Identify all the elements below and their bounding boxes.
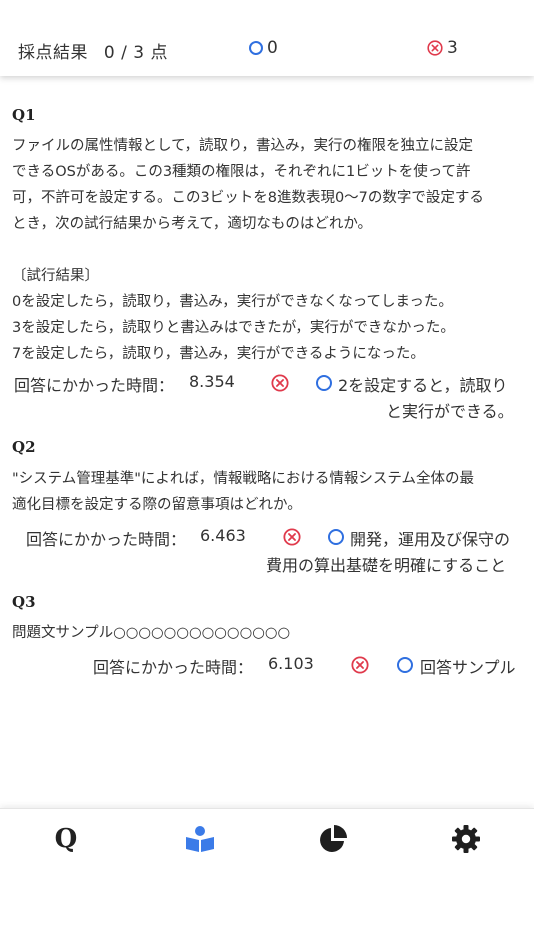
tab-questions[interactable]: Q [46,819,86,859]
question-text-line: 3を設定したら，読取りと書込みはできたが，実行ができなかった。 [12,320,455,336]
answer-row[interactable]: 回答にかかった時間： 8.354 2を設定すると，読取り と実行ができる。 [0,372,534,424]
answer-line: と実行ができる。 [386,402,514,421]
question-text: "システム管理基準"によれば，情報戦略における情報システム全体の最 適化目標を設… [12,466,522,518]
question-label: Q1 [12,106,36,124]
time-value: 6.463 [200,526,246,545]
question-text: 問題文サンプル○○○○○○○○○○○○○○ [12,620,522,646]
time-value: 6.103 [268,654,314,673]
question-text: ファイルの属性情報として，読取り，書込み，実行の権限を独立に設定 できるOSがあ… [12,133,522,367]
wrong-x-icon [351,656,369,674]
tab-bar: Q [0,808,534,951]
question-text-line: とき，次の試行結果から考えて，適切なものはどれか。 [12,216,373,232]
q-logo-icon: Q [54,824,78,854]
question-text-line: "システム管理基準"によれば，情報戦略における情報システム全体の最 [12,471,474,487]
answer-line: 開発，運用及び保守の [350,530,511,549]
tab-study[interactable] [180,819,220,859]
question-text-line: ファイルの属性情報として，読取り，書込み，実行の権限を独立に設定 [12,138,473,154]
results-list[interactable]: Q1 ファイルの属性情報として，読取り，書込み，実行の権限を独立に設定 できるO… [0,76,534,808]
question-text-line: 適化目標を設定する際の留意事項はどれか。 [12,497,302,513]
question-text-line: 可，不許可を設定する。この3ビットを8進数表現0〜7の数字で設定する [12,190,484,206]
question-label: Q3 [12,593,36,611]
answer-line: 回答サンプル [420,658,516,677]
wrong-x-icon [283,528,301,546]
time-value: 8.354 [189,372,235,391]
time-label: 回答にかかった時間： [93,658,254,677]
answer-circle-icon [397,657,413,673]
correct-count: 0 [267,38,278,58]
question-text-line: 〔試行結果〕 [12,268,99,284]
answer-row[interactable]: 回答にかかった時間： 6.103 回答サンプル [0,654,534,680]
time-label: 回答にかかった時間： [26,530,187,549]
question-text-spacer [12,237,522,263]
book-reader-icon [186,826,214,852]
wrong-x-icon [271,374,289,392]
correct-circle-icon [249,41,263,55]
answer-circle-icon [328,529,344,545]
score-summary: 採点結果 0 / 3 点 [18,38,168,63]
time-label: 回答にかかった時間： [14,376,175,395]
tab-stats[interactable] [313,819,353,859]
question-label: Q2 [12,438,36,456]
tab-settings[interactable] [446,819,486,859]
answer-line: 2を設定すると，読取り [338,376,508,395]
wrong-x-icon [427,40,443,56]
gear-icon [452,825,480,853]
wrong-count: 3 [447,38,458,58]
wrong-count-group: 3 [427,38,458,58]
question-text-line: 7を設定したら，読取り，書込み，実行ができるようになった。 [12,346,425,362]
question-text-line: できるOSがある。この3種類の権限は，それぞれに1ビットを使って許 [12,164,471,180]
score-label: 採点結果 [18,43,88,63]
question-text-line: 0を設定したら，読取り，書込み，実行ができなくなってしまった。 [12,294,453,310]
answer-circle-icon [316,375,332,391]
score-header: 採点結果 0 / 3 点 0 3 [0,0,534,76]
score-value: 0 / 3 点 [103,43,168,63]
pie-chart-icon [320,825,347,852]
correct-count-group: 0 [249,38,278,58]
answer-line: 費用の算出基礎を明確にすること [266,556,507,575]
answer-row[interactable]: 回答にかかった時間： 6.463 開発，運用及び保守の 費用の算出基礎を明確にす… [0,526,534,578]
question-text-line: 問題文サンプル○○○○○○○○○○○○○○ [12,625,291,641]
